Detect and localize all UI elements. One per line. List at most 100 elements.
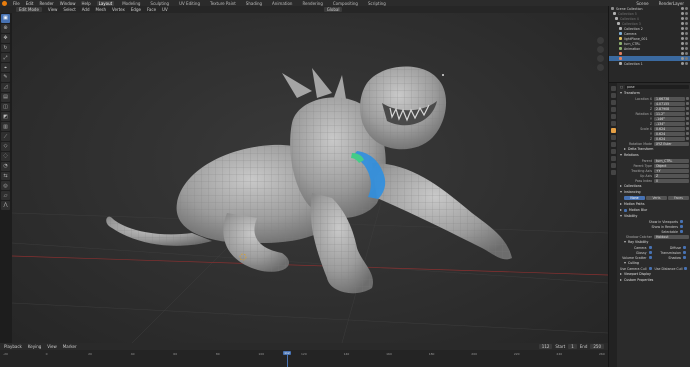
transform-value-field[interactable]: 0.624 bbox=[654, 131, 685, 136]
scene-tab-icon[interactable] bbox=[610, 114, 616, 119]
timeline-menu-playback[interactable]: Playback bbox=[4, 344, 22, 349]
visibility-eye-icon[interactable] bbox=[681, 47, 684, 50]
extrude-icon[interactable]: ▤ bbox=[1, 92, 10, 102]
transform-value-field[interactable]: 0.624 bbox=[654, 126, 685, 131]
transform-value-field[interactable]: XYZ Euler bbox=[654, 141, 689, 146]
viewport-menu-vertex[interactable]: Vertex bbox=[112, 7, 125, 12]
transform-value-field[interactable]: -134° bbox=[654, 121, 685, 126]
blender-logo-icon[interactable] bbox=[2, 0, 7, 6]
rip-icon[interactable]: ⋀ bbox=[1, 201, 10, 210]
ray-visibility-checkbox[interactable] bbox=[648, 246, 652, 249]
workspace-tab-texture-paint[interactable]: Texture Paint bbox=[208, 1, 238, 6]
data-tab-icon[interactable] bbox=[610, 163, 616, 168]
zoom-icon[interactable] bbox=[597, 37, 604, 44]
outliner-row[interactable]: Collection 3 bbox=[609, 21, 690, 26]
workspace-tab-compositing[interactable]: Compositing bbox=[331, 1, 360, 6]
render-camera-icon[interactable] bbox=[685, 42, 688, 45]
use-camera-cull-checkbox[interactable] bbox=[648, 267, 652, 270]
ray-visibility-checkbox[interactable] bbox=[648, 251, 652, 254]
world-tab-icon[interactable] bbox=[610, 121, 616, 126]
3d-viewport[interactable] bbox=[12, 13, 608, 343]
workspace-tab-layout[interactable]: Layout bbox=[96, 0, 115, 6]
transform-value-field[interactable]: 11.2° bbox=[654, 111, 685, 116]
menu-render[interactable]: Render bbox=[39, 1, 53, 6]
workspace-tab-modeling[interactable]: Modeling bbox=[120, 1, 142, 6]
visibility-eye-icon[interactable] bbox=[681, 57, 684, 60]
outliner-row[interactable]: Collection 1 bbox=[609, 61, 690, 66]
timeline-menu-view[interactable]: View bbox=[47, 344, 57, 349]
creature-mesh[interactable] bbox=[106, 66, 512, 294]
shear-icon[interactable]: ▱ bbox=[1, 191, 10, 201]
visibility-checkbox[interactable] bbox=[680, 225, 683, 228]
render-camera-icon[interactable] bbox=[685, 37, 688, 40]
instancing-option-none[interactable]: None bbox=[624, 196, 645, 200]
modifier-tab-icon[interactable] bbox=[610, 135, 616, 140]
view-layer-tab-icon[interactable] bbox=[610, 107, 616, 112]
render-camera-icon[interactable] bbox=[685, 22, 688, 25]
render-camera-icon[interactable] bbox=[685, 62, 688, 65]
visibility-checkbox[interactable] bbox=[680, 230, 683, 233]
cursor-icon[interactable]: ⊕ bbox=[1, 23, 10, 33]
outliner-row[interactable]: Collection 5 bbox=[609, 11, 690, 16]
workspace-tab-shading[interactable]: Shading bbox=[244, 1, 264, 6]
lock-icon[interactable] bbox=[686, 132, 689, 135]
camera-view-icon[interactable] bbox=[597, 55, 604, 62]
perspective-toggle-icon[interactable] bbox=[597, 64, 604, 71]
lock-icon[interactable] bbox=[686, 112, 689, 115]
bevel-icon[interactable]: ◩ bbox=[1, 112, 10, 122]
particles-tab-icon[interactable] bbox=[610, 142, 616, 147]
visibility-eye-icon[interactable] bbox=[681, 27, 684, 30]
viewport-menu-view[interactable]: View bbox=[48, 7, 58, 12]
visibility-eye-icon[interactable] bbox=[681, 42, 684, 45]
object-name-field[interactable]: pose bbox=[625, 85, 689, 89]
render-camera-icon[interactable] bbox=[685, 52, 688, 55]
transform-icon[interactable]: ⌖ bbox=[1, 63, 10, 73]
timeline-menu-marker[interactable]: Marker bbox=[63, 344, 77, 349]
lock-icon[interactable] bbox=[686, 102, 689, 105]
use-distance-cull-checkbox[interactable] bbox=[684, 267, 688, 270]
output-tab-icon[interactable] bbox=[610, 100, 616, 105]
workspace-tab-animation[interactable]: Animation bbox=[270, 1, 294, 6]
current-frame-field[interactable]: 112 bbox=[538, 344, 553, 349]
visibility-eye-icon[interactable] bbox=[681, 37, 684, 40]
workspace-tab-uv-editing[interactable]: UV Editing bbox=[177, 1, 202, 6]
polybuild-icon[interactable]: ◇ bbox=[1, 141, 10, 151]
menu-window[interactable]: Window bbox=[60, 1, 76, 6]
render-camera-icon[interactable] bbox=[685, 12, 688, 15]
timeline-menu-keying[interactable]: Keying bbox=[28, 344, 41, 349]
move-icon[interactable]: ✥ bbox=[1, 33, 10, 43]
visibility-checkbox[interactable] bbox=[680, 220, 683, 223]
relations-value-field[interactable]: +Y bbox=[654, 168, 689, 173]
custom-properties-section-header[interactable]: Custom Properties bbox=[620, 277, 689, 283]
end-frame-field[interactable]: 250 bbox=[590, 344, 604, 349]
constraints-tab-icon[interactable] bbox=[610, 156, 616, 161]
render-tab-icon[interactable] bbox=[610, 93, 616, 98]
transform-value-field[interactable]: 1.66738 bbox=[654, 96, 685, 101]
pan-icon[interactable] bbox=[597, 46, 604, 53]
shrink-icon[interactable]: ◎ bbox=[1, 181, 10, 191]
relations-value-field[interactable]: turn_CTRL bbox=[654, 158, 689, 163]
menu-help[interactable]: Help bbox=[81, 1, 90, 6]
render-camera-icon[interactable] bbox=[685, 27, 688, 30]
workspace-tab-rendering[interactable]: Rendering bbox=[300, 1, 324, 6]
viewport-menu-uv[interactable]: UV bbox=[162, 7, 168, 12]
visibility-eye-icon[interactable] bbox=[681, 12, 684, 15]
outliner-row[interactable]: Scene Collection bbox=[609, 6, 690, 11]
visibility-eye-icon[interactable] bbox=[681, 52, 684, 55]
scale-icon[interactable]: ⤢ bbox=[1, 53, 10, 63]
transform-orientation-dropdown[interactable]: Global bbox=[323, 7, 343, 12]
loopcut-icon[interactable]: ▥ bbox=[1, 122, 10, 132]
instancing-option-verts[interactable]: Verts bbox=[646, 196, 667, 200]
workspace-tab-sculpting[interactable]: Sculpting bbox=[148, 1, 171, 6]
slide-icon[interactable]: ⇆ bbox=[1, 171, 10, 181]
render-camera-icon[interactable] bbox=[685, 32, 688, 35]
viewport-menu-select[interactable]: Select bbox=[63, 7, 75, 12]
holdout-field[interactable]: Holdout bbox=[654, 234, 689, 239]
viewport-menu-add[interactable]: Add bbox=[82, 7, 90, 12]
inset-icon[interactable]: ◫ bbox=[1, 102, 10, 112]
viewport-menu-face[interactable]: Face bbox=[147, 7, 156, 12]
visibility-eye-icon[interactable] bbox=[681, 32, 684, 35]
lock-icon[interactable] bbox=[686, 127, 689, 130]
select-box-icon[interactable]: ▣ bbox=[1, 14, 10, 23]
material-tab-icon[interactable] bbox=[610, 170, 616, 175]
